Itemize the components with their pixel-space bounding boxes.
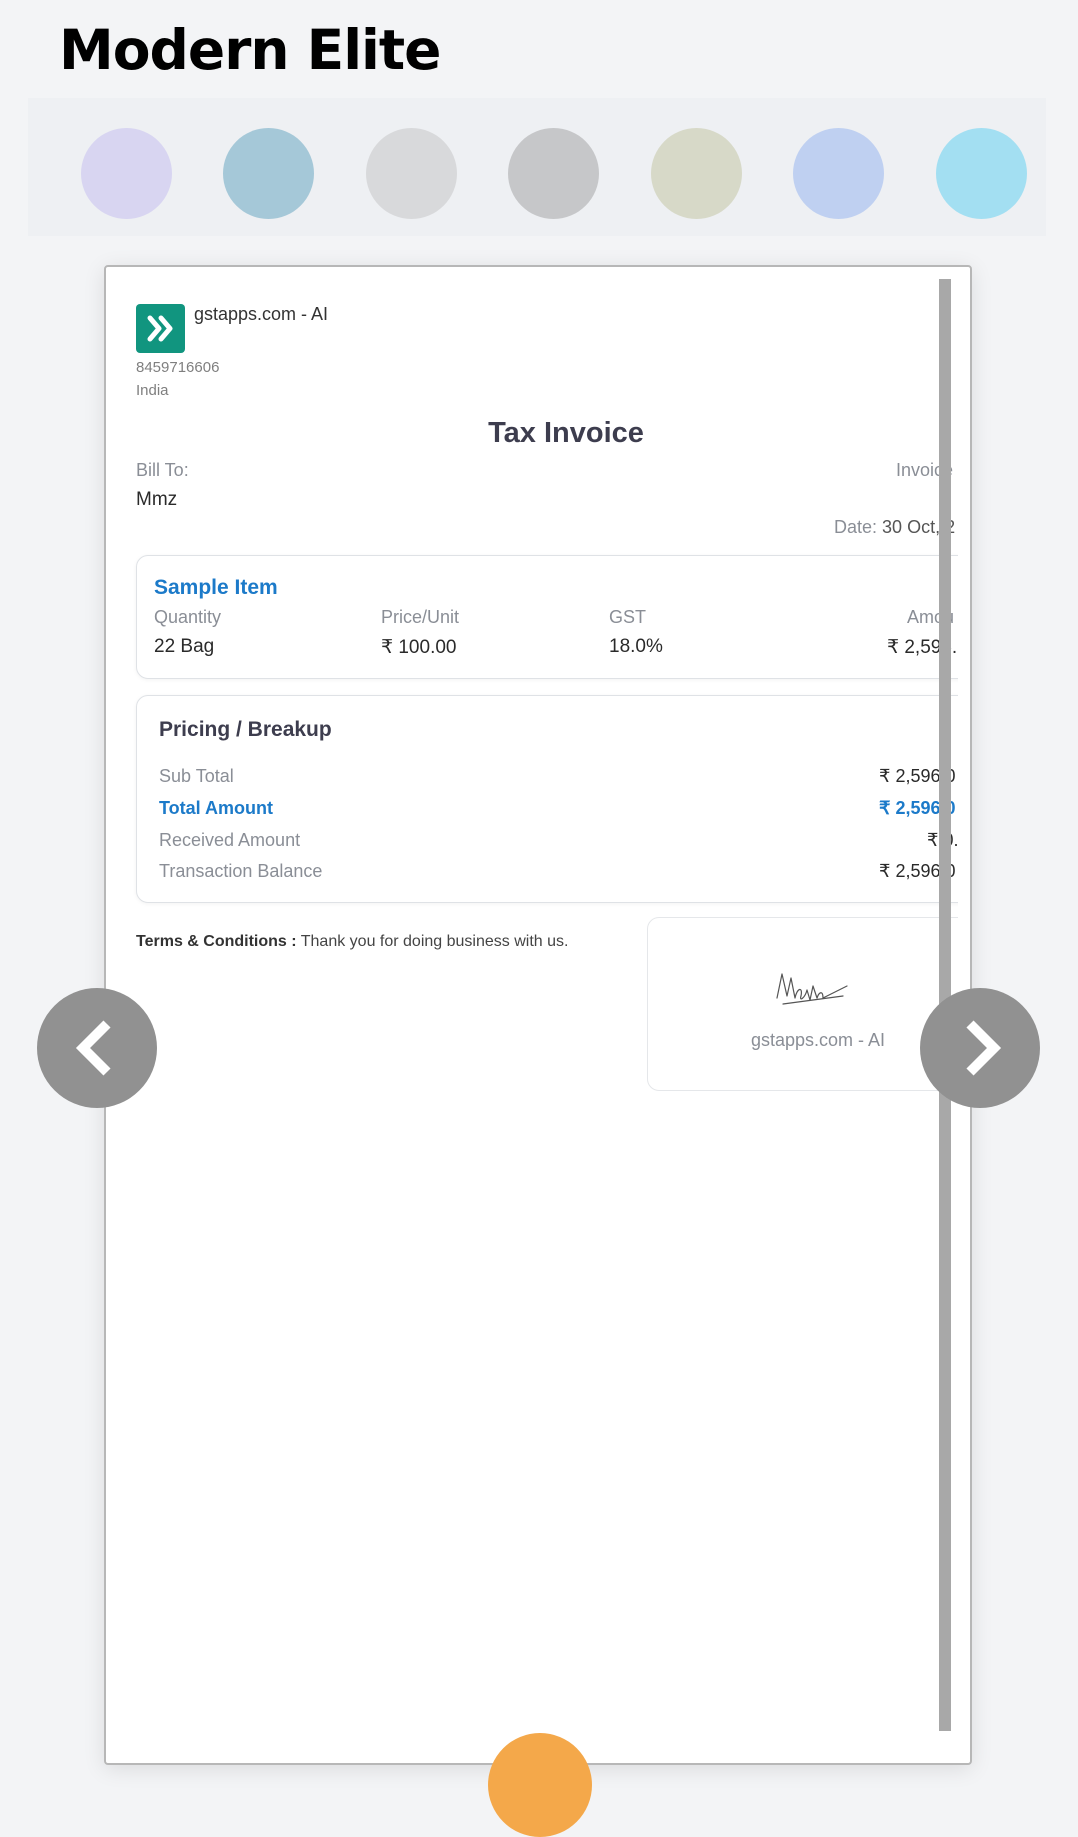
next-template-button[interactable] — [920, 988, 1040, 1108]
invoice-preview: gstapps.com - AI 8459716606 India Tax In… — [104, 265, 972, 1765]
previous-template-button[interactable] — [37, 988, 157, 1108]
chevron-right-icon — [966, 1020, 1002, 1076]
item-card: Sample Item Quantity Price/Unit GST Amou… — [136, 555, 958, 679]
gst-value: 18.0% — [609, 636, 663, 657]
theme-swatch-strip — [28, 98, 1046, 236]
company-phone: 8459716606 — [136, 359, 220, 376]
swatch-lavender[interactable] — [81, 128, 172, 219]
signature-name: gstapps.com - AI — [750, 1030, 886, 1050]
bill-to-label: Bill To: — [136, 460, 189, 480]
bill-to-name: Mmz — [136, 489, 178, 510]
swatch-sky[interactable] — [936, 128, 1027, 219]
balance-label: Transaction Balance — [159, 861, 323, 881]
received-amount-label: Received Amount — [159, 830, 301, 850]
signature-image — [776, 973, 848, 1005]
swatch-sage[interactable] — [651, 128, 742, 219]
quantity-value: 22 Bag — [154, 636, 215, 657]
sub-total-label: Sub Total — [159, 766, 234, 786]
swatch-gray[interactable] — [508, 128, 599, 219]
date-label: Date: — [834, 517, 878, 537]
swatch-light-gray[interactable] — [366, 128, 457, 219]
gst-header: GST — [609, 607, 647, 627]
swatch-periwinkle[interactable] — [793, 128, 884, 219]
company-logo — [136, 304, 185, 353]
item-name: Sample Item — [154, 576, 278, 599]
terms-text: Thank you for doing business with us. — [296, 933, 569, 950]
quantity-header: Quantity — [154, 607, 222, 627]
invoice-document: gstapps.com - AI 8459716606 India Tax In… — [106, 267, 958, 1763]
total-amount-label: Total Amount — [159, 798, 273, 818]
price-header: Price/Unit — [381, 607, 460, 627]
company-country: India — [136, 382, 169, 399]
price-value: ₹ 100.00 — [381, 637, 457, 658]
signature-card: gstapps.com - AI — [647, 917, 958, 1091]
swatch-steel-blue[interactable] — [223, 128, 314, 219]
double-chevron-right-icon — [147, 315, 173, 342]
chevron-left-icon — [75, 1020, 111, 1076]
pricing-card: Pricing / Breakup Sub Total ₹ 2,596.0 To… — [136, 695, 958, 903]
terms-label: Terms & Conditions : — [136, 933, 297, 950]
floating-action-button[interactable] — [488, 1733, 592, 1837]
invoice-date: Date: 30 Oct, 2 — [834, 517, 955, 538]
company-name: gstapps.com - AI — [194, 304, 329, 324]
invoice-title: Tax Invoice — [488, 417, 644, 449]
terms-and-conditions: Terms & Conditions : Thank you for doing… — [136, 933, 568, 951]
pricing-title: Pricing / Breakup — [159, 718, 332, 741]
page-title: Modern Elite — [59, 18, 441, 82]
